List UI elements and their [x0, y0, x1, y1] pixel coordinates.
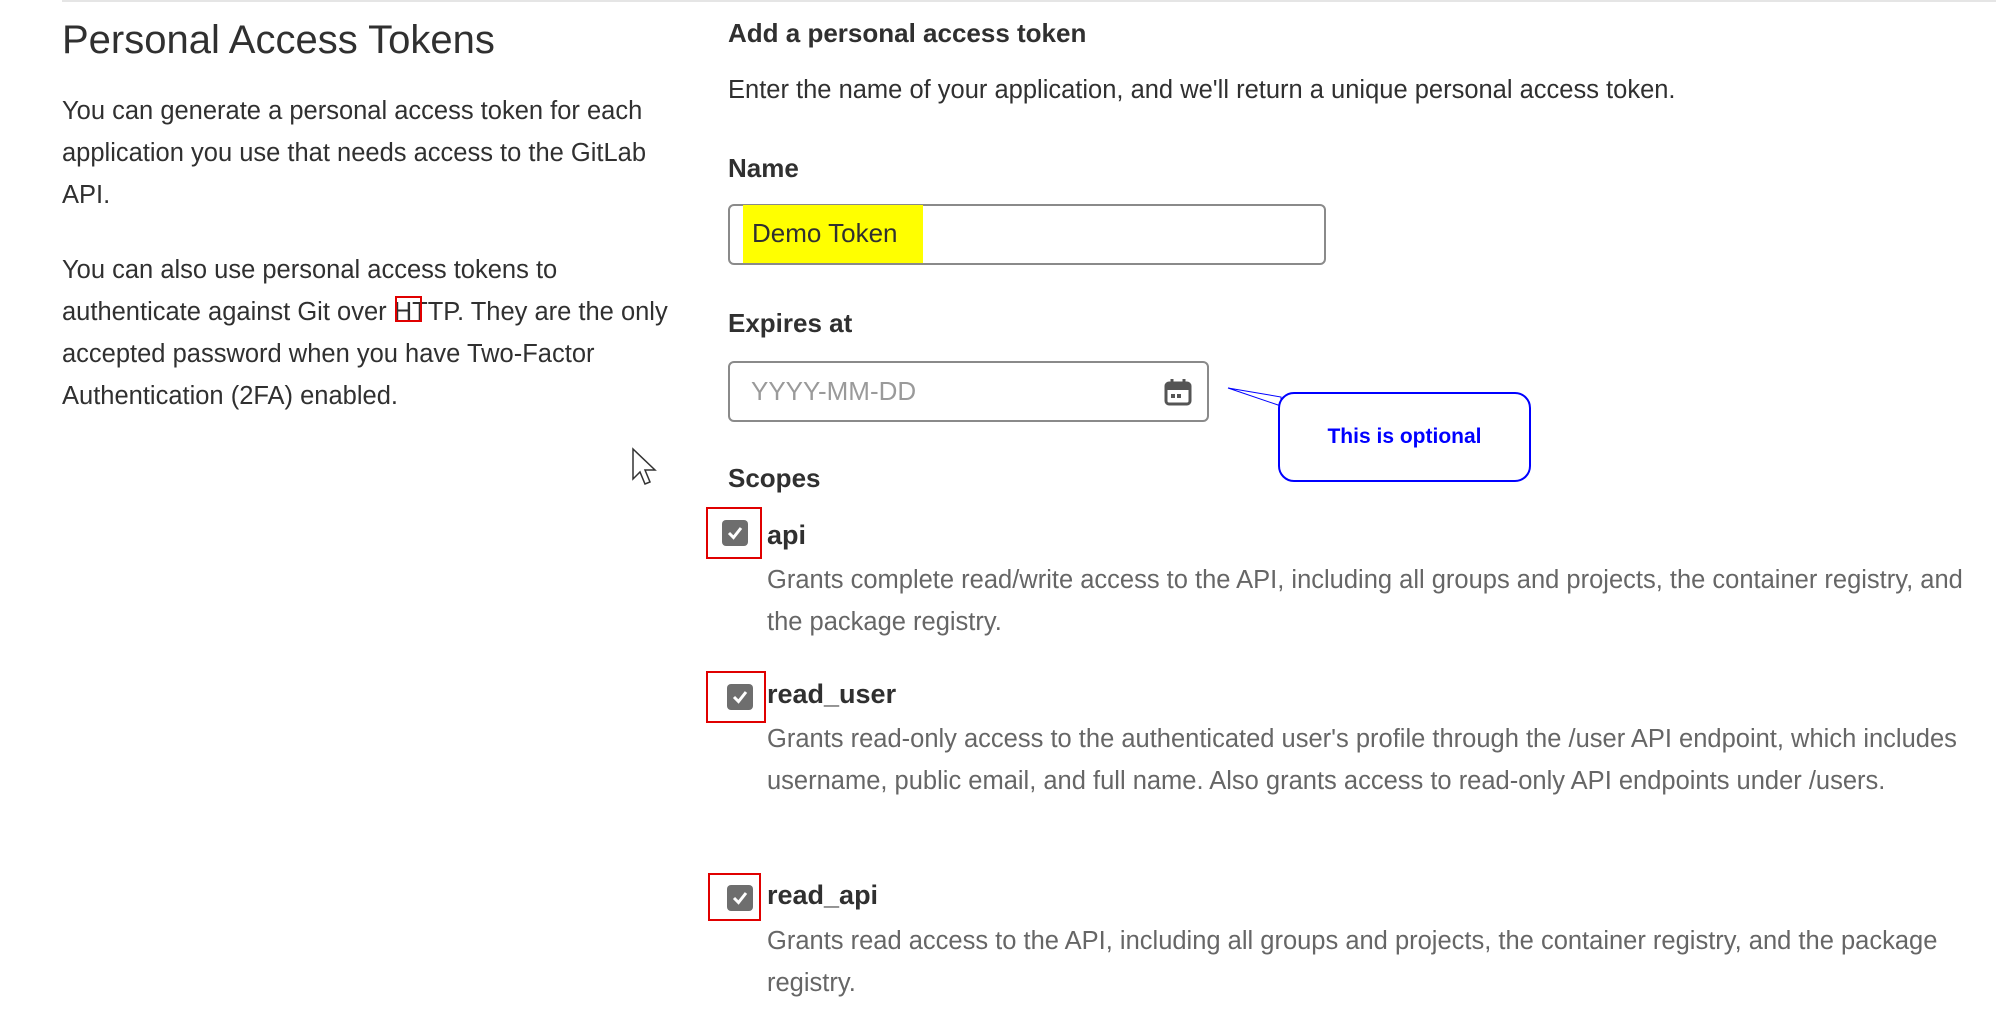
scope-read-user-description: Grants read-only access to the authentic… — [767, 725, 1957, 795]
intro-paragraph: You can generate a personal access token… — [62, 97, 647, 209]
scope-read-api-checkbox[interactable] — [727, 885, 753, 911]
checkmark-icon — [727, 527, 743, 540]
optional-callout: This is optional — [1278, 392, 1531, 482]
scope-read-api-description: Grants read access to the API, including… — [767, 927, 1938, 997]
scopes-label: Scopes — [728, 463, 821, 493]
calendar-icon[interactable] — [1163, 377, 1193, 407]
callout-pointer — [1227, 387, 1282, 407]
mouse-cursor-icon — [632, 447, 657, 485]
scope-api-description: Grants complete read/write access to the… — [767, 566, 1963, 636]
scope-read-api-label[interactable]: read_api — [767, 880, 878, 911]
scope-api-label[interactable]: api — [767, 520, 806, 551]
name-label: Name — [728, 153, 799, 183]
top-divider — [62, 0, 1996, 2]
expires-placeholder: YYYY-MM-DD — [751, 376, 917, 406]
checkmark-icon — [732, 691, 748, 704]
checkmark-icon — [732, 892, 748, 905]
scope-api-checkbox[interactable] — [722, 520, 748, 546]
annotation-red-box — [395, 296, 422, 322]
page-title: Personal Access Tokens — [62, 18, 495, 62]
callout-text: This is optional — [1327, 425, 1482, 448]
expires-label: Expires at — [728, 308, 853, 338]
git-http-paragraph: You can also use personal access tokens … — [62, 256, 668, 410]
scope-read-user-checkbox[interactable] — [727, 684, 753, 710]
scope-read-user-label[interactable]: read_user — [767, 679, 896, 710]
form-description: Enter the name of your application, and … — [728, 76, 1676, 104]
name-input-value[interactable]: Demo Token — [752, 218, 898, 249]
form-heading: Add a personal access token — [728, 18, 1087, 48]
